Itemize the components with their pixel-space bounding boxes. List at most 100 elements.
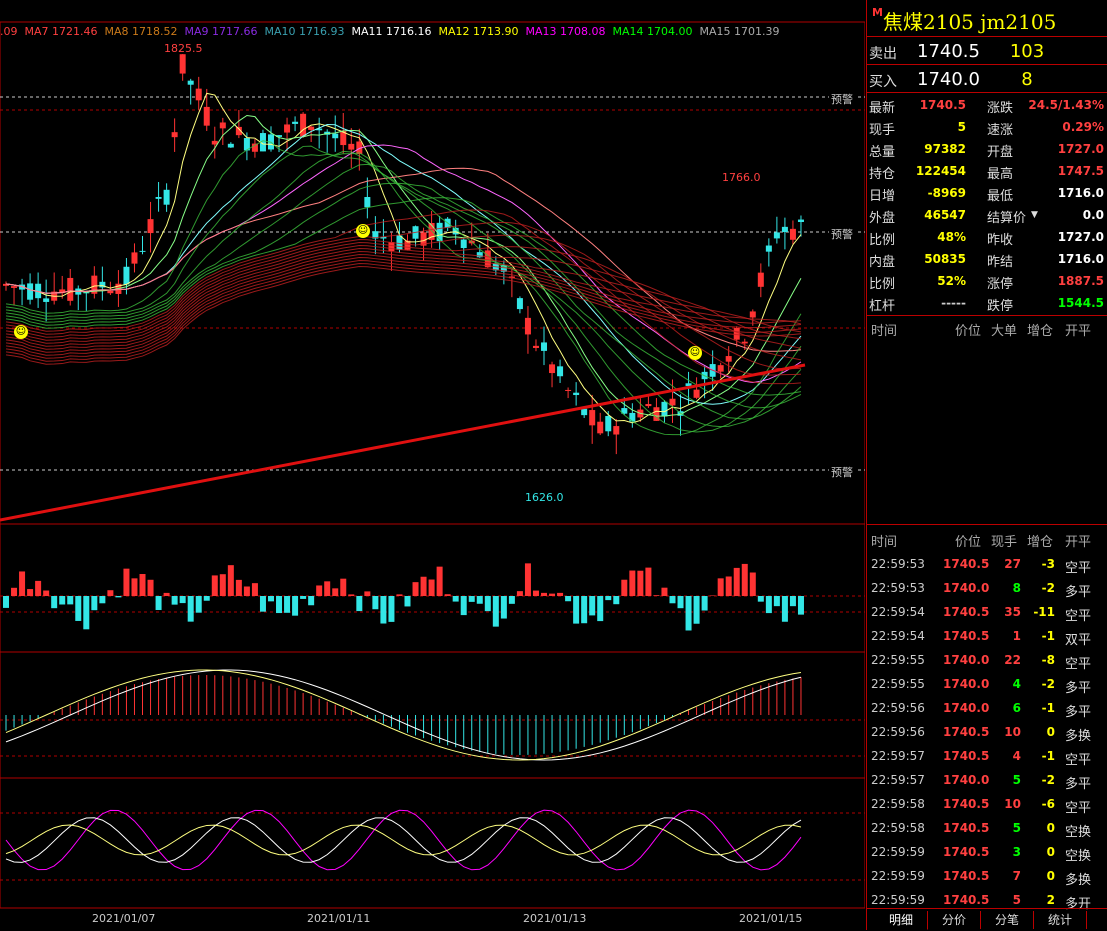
warning-line-label-bottom[interactable]: 预警	[829, 464, 855, 480]
candle-body	[613, 426, 620, 435]
stat-label: 涨停	[987, 277, 1014, 292]
ma-line	[5, 114, 802, 417]
candle-body	[388, 242, 395, 252]
tick-open-close: 空换	[1065, 849, 1092, 864]
oscillator-bar	[484, 596, 491, 612]
tick-time: 22:59:58	[871, 821, 925, 835]
tick-open-close: 空平	[1065, 561, 1092, 576]
tick-row[interactable]: 22:59:59 1740.5 7 0 多换	[867, 864, 1107, 888]
oscillator-bar	[67, 596, 74, 605]
tick-price: 1740.5	[943, 797, 990, 811]
long-ma-line	[0, 363, 806, 522]
panel-tab-bar: 明细 分价 分笔 统计	[867, 908, 1107, 931]
oscillator-bar	[340, 578, 347, 596]
oscillator-bar	[35, 580, 42, 596]
stat-value: 97382	[924, 142, 966, 156]
tick-volume: 6	[1012, 701, 1021, 715]
tab-statistics[interactable]: 统计	[1034, 911, 1087, 929]
oscillator-bar	[372, 596, 379, 610]
candle-body	[27, 283, 34, 300]
tick-row[interactable]: 22:59:54 1740.5 1 -1 双平	[867, 624, 1107, 648]
tick-price: 1740.5	[943, 557, 990, 571]
oscillator-bar	[444, 594, 451, 596]
oscillator-bar	[549, 593, 556, 596]
warning-line-label-mid[interactable]: 预警	[829, 226, 855, 242]
oscillator-bar	[219, 574, 226, 596]
tick-row[interactable]: 22:59:56 1740.0 6 -1 多平	[867, 696, 1107, 720]
stat-value: 1740.5	[919, 98, 966, 112]
candle-body	[219, 122, 226, 129]
ma-line	[5, 92, 802, 424]
candle-body	[532, 345, 539, 348]
stat-value: 1887.5	[1057, 274, 1104, 288]
smiley-signal-icon[interactable]: ☺	[356, 224, 370, 238]
oscillator-bar	[733, 567, 740, 596]
tick-row[interactable]: 22:59:56 1740.5 10 0 多换	[867, 720, 1107, 744]
tick-volume: 7	[1012, 869, 1021, 883]
tick-volume: 35	[1004, 605, 1021, 619]
oscillator-bar	[171, 596, 178, 605]
stat-label: 速涨	[987, 123, 1014, 138]
tick-row[interactable]: 22:59:57 1740.5 4 -1 空平	[867, 744, 1107, 768]
candle-body	[43, 298, 50, 302]
kline-chart-area[interactable]: .09 MA7 1721.46 MA8 1718.52 MA9 1717.66 MA10…	[0, 0, 865, 930]
ma-legend-item: .09	[0, 25, 18, 38]
ask-row[interactable]: 卖出 1740.5 103	[867, 38, 1107, 66]
candle-body	[187, 80, 194, 85]
smiley-signal-icon[interactable]: ☺	[688, 346, 702, 360]
tick-time: 22:59:59	[871, 845, 925, 859]
smiley-signal-icon[interactable]: ☺	[14, 325, 28, 339]
candle-body	[765, 245, 772, 252]
stat-value: 1727.0	[1057, 142, 1104, 156]
tick-row[interactable]: 22:59:53 1740.5 27 -3 空平	[867, 552, 1107, 576]
tick-row[interactable]: 22:59:58 1740.5 5 0 空换	[867, 816, 1107, 840]
tick-oi-change: -2	[1041, 773, 1055, 787]
oscillator-bar	[508, 596, 515, 604]
tick-open-close: 多平	[1065, 777, 1092, 792]
oscillator-bar	[227, 565, 234, 596]
ma-legend-item: MA7 1721.46	[24, 25, 98, 38]
oscillator-bar	[147, 579, 154, 596]
ma-legend-item: MA12 1713.90	[438, 25, 519, 38]
oscillator-bar	[211, 575, 218, 596]
oscillator-bar	[251, 583, 258, 596]
oscillator-bar	[741, 563, 748, 596]
candle-body	[516, 298, 523, 310]
instrument-title-bar[interactable]: M 焦煤2105 jm2105	[867, 0, 1107, 37]
candle-body	[581, 408, 588, 416]
tick-price: 1740.5	[943, 749, 990, 763]
candle-body	[565, 389, 572, 391]
tick-row[interactable]: 22:59:57 1740.0 5 -2 多平	[867, 768, 1107, 792]
oscillator-bar	[195, 596, 202, 613]
date-axis-label: 2021/01/07	[92, 912, 156, 925]
tick-row[interactable]: 22:59:59 1740.5 3 0 空换	[867, 840, 1107, 864]
ask-price: 1740.5	[917, 41, 980, 62]
bid-row[interactable]: 买入 1740.0 8	[867, 66, 1107, 94]
tick-open-close: 空平	[1065, 801, 1092, 816]
oscillator-bar	[284, 596, 291, 613]
tab-detail[interactable]: 明细	[875, 911, 928, 930]
tick-row[interactable]: 22:59:54 1740.5 35 -11 空平	[867, 600, 1107, 624]
stat-label: 杠杆	[869, 299, 896, 314]
tick-row[interactable]: 22:59:55 1740.0 22 -8 空平	[867, 648, 1107, 672]
chevron-down-icon[interactable]: ▼	[1031, 210, 1038, 220]
tick-row[interactable]: 22:59:58 1740.5 10 -6 空平	[867, 792, 1107, 816]
warning-line-label-top[interactable]: 预警	[829, 91, 855, 107]
oscillator-bar	[773, 596, 780, 607]
ma-line	[5, 197, 802, 396]
tab-price-distribution[interactable]: 分价	[928, 911, 981, 929]
tick-price: 1740.5	[943, 845, 990, 859]
ma-line	[5, 182, 802, 409]
tab-ticks[interactable]: 分笔	[981, 911, 1034, 929]
tick-time: 22:59:53	[871, 581, 925, 595]
tick-row[interactable]: 22:59:53 1740.0 8 -2 多平	[867, 576, 1107, 600]
kline-chart-canvas[interactable]	[0, 0, 865, 930]
tick-price: 1740.5	[943, 629, 990, 643]
oscillator-bar	[557, 592, 564, 596]
stat-row: 外盘 46547 结算价 0.0 ▼	[867, 204, 1107, 226]
stat-row: 内盘 50835 昨结 1716.0	[867, 248, 1107, 270]
oscillator-bar	[404, 596, 411, 607]
tick-oi-change: 0	[1046, 821, 1055, 835]
stat-label: 开盘	[987, 145, 1014, 160]
tick-row[interactable]: 22:59:55 1740.0 4 -2 多平	[867, 672, 1107, 696]
